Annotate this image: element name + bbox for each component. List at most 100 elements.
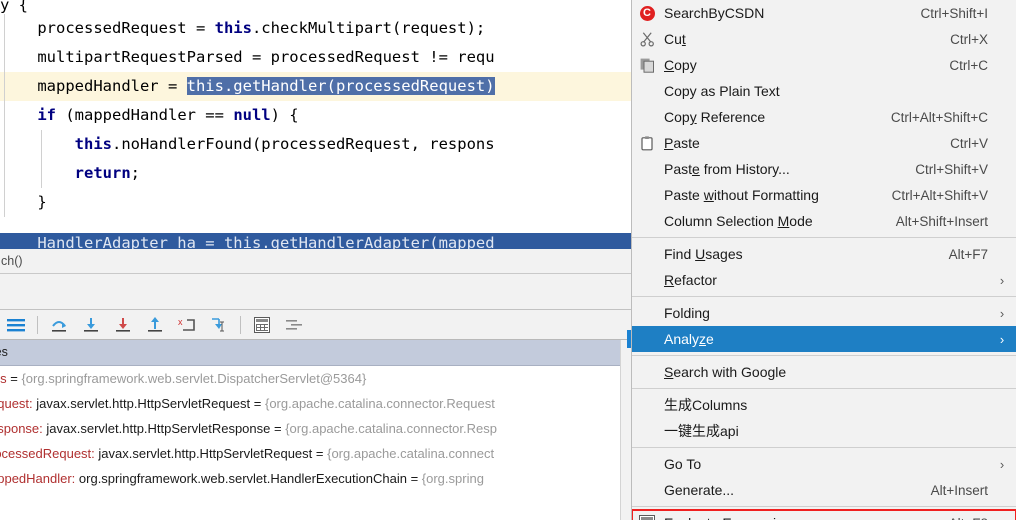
debugger-toolbar[interactable]: x — [0, 310, 640, 340]
menu-item-label: Copy — [664, 57, 697, 73]
editor-context-menu[interactable]: C SearchByCSDN Ctrl+Shift+I Cut Ctrl+X Copy Ct… — [631, 0, 1016, 520]
current-execution-line[interactable]: HandlerAdapter ha = this.getHandlerAdapt… — [0, 233, 640, 249]
menu-item-go-to[interactable]: Go To › — [632, 451, 1016, 477]
editor-bottom-strip — [0, 274, 640, 310]
code-line[interactable]: this.noHandlerFound(processedRequest, re… — [0, 130, 640, 159]
menu-item-evaluate-expression[interactable]: Evaluate Expression...Alt+F8 — [632, 509, 1016, 520]
code-text: .checkMultipart(request); — [251, 19, 486, 37]
menu-item-api[interactable]: 一键生成api — [632, 418, 1016, 444]
menu-item-label: Folding — [664, 305, 710, 321]
menu-item-refactor[interactable]: Refactor › — [632, 267, 1016, 293]
menu-separator — [632, 355, 1016, 356]
variable-name: rocessedRequest: — [0, 446, 95, 461]
menu-item-searchbycsdn[interactable]: C SearchByCSDN Ctrl+Shift+I — [632, 0, 1016, 26]
menu-icon-empty — [632, 267, 662, 293]
menu-icon-empty — [632, 156, 662, 182]
execution-line-text: HandlerAdapter ha = this.getHandlerAdapt… — [0, 234, 495, 249]
code-keyword: this — [74, 135, 112, 153]
variable-type: javax.servlet.http.HttpServletRequest — [32, 396, 254, 411]
settings-icon[interactable] — [282, 313, 306, 337]
variable-row[interactable]: appedHandler: org.springframework.web.se… — [0, 466, 636, 491]
force-step-into-icon[interactable] — [111, 313, 135, 337]
indent-guide — [4, 72, 5, 101]
code-text: .noHandlerFound(processedRequest, respon… — [111, 135, 495, 153]
menu-icon-empty — [632, 104, 662, 130]
menu-item-copy[interactable]: Copy Ctrl+C — [632, 52, 1016, 78]
menu-item-search-with-google[interactable]: Search with Google — [632, 359, 1016, 385]
menu-item-paste-without-formatting[interactable]: Paste without Formatting Ctrl+Alt+Shift+V — [632, 182, 1016, 208]
evaluate-expression-icon[interactable] — [250, 313, 274, 337]
variable-row[interactable] — [0, 491, 636, 516]
menu-item-column-selection-mode[interactable]: Column Selection Mode Alt+Shift+Insert — [632, 208, 1016, 234]
code-text: } — [0, 193, 47, 211]
menu-item-analyze[interactable]: Analyze › — [632, 326, 1016, 352]
variable-row[interactable]: equest: javax.servlet.http.HttpServletRe… — [0, 391, 636, 416]
menu-item-columns[interactable]: 生成Columns — [632, 392, 1016, 418]
menu-item-shortcut: Alt+F8 — [949, 516, 1000, 520]
menu-item-shortcut: Ctrl+C — [949, 57, 988, 73]
step-over-icon[interactable] — [47, 313, 71, 337]
menu-icon-empty — [632, 392, 662, 418]
variable-value: {org.apache.catalina.connector.Request — [264, 396, 495, 411]
menu-icon-empty — [632, 451, 662, 477]
menu-item-shortcut: Ctrl+Alt+Shift+C — [890, 109, 988, 125]
breadcrumb-text: ch() — [1, 254, 23, 268]
code-line[interactable]: processedRequest = this.checkMultipart(r… — [0, 14, 640, 43]
menu-item-folding[interactable]: Folding › — [632, 300, 1016, 326]
menu-icon[interactable] — [4, 313, 28, 337]
menu-item-label: Generate... — [664, 482, 735, 498]
variable-equals: = — [6, 371, 22, 386]
menu-item-copy-as-plain-text[interactable]: Copy as Plain Text — [632, 78, 1016, 104]
variable-row[interactable]: rocessedRequest: javax.servlet.http.Http… — [0, 441, 636, 466]
menu-item-label: Evaluate Expression... — [662, 515, 949, 520]
menu-item-label: Copy Reference — [664, 109, 766, 125]
indent-guide — [4, 130, 5, 159]
step-into-icon[interactable] — [79, 313, 103, 337]
variable-value: {org.spring — [421, 471, 484, 486]
menu-item-find-usages[interactable]: Find Usages Alt+F7 — [632, 241, 1016, 267]
menu-item-label: Analyze — [664, 331, 714, 347]
code-line[interactable]: if (mappedHandler == null) { — [0, 101, 640, 130]
menu-item-copy-reference[interactable]: Copy Reference Ctrl+Alt+Shift+C — [632, 104, 1016, 130]
code-text: ; — [130, 164, 140, 182]
menu-item-paste[interactable]: Paste Ctrl+V — [632, 130, 1016, 156]
menu-item-label: Cut — [664, 31, 686, 47]
variable-name: his — [0, 371, 7, 386]
menu-item-label: Paste without Formatting — [664, 187, 819, 203]
drop-frame-icon[interactable]: x — [175, 313, 199, 337]
code-text: ) { — [270, 106, 299, 124]
menu-item-generate[interactable]: Generate... Alt+Insert — [632, 477, 1016, 503]
menu-item-label: SearchByCSDN — [664, 5, 765, 21]
breadcrumb[interactable]: ch() — [0, 249, 641, 274]
variable-row[interactable]: his = {org.springframework.web.servlet.D… — [0, 366, 636, 391]
variable-equals: = — [253, 396, 265, 411]
variable-value: {org.springframework.web.servlet.Dispatc… — [21, 371, 367, 386]
run-to-cursor-icon[interactable] — [207, 313, 231, 337]
menu-icon-empty — [632, 326, 662, 352]
variables-list[interactable]: his = {org.springframework.web.servlet.D… — [0, 366, 636, 520]
code-editor[interactable]: y { processedRequest = this.checkMultipa… — [0, 0, 640, 232]
csdn-icon: C — [632, 0, 662, 26]
menu-item-label: 生成Columns — [664, 397, 748, 413]
code-line[interactable]: return; — [0, 159, 640, 188]
menu-item-shortcut: Ctrl+V — [950, 135, 988, 151]
menu-icon-empty — [632, 300, 662, 326]
menu-item-cut[interactable]: Cut Ctrl+X — [632, 26, 1016, 52]
code-line[interactable]: multipartRequestParsed = processedReques… — [0, 43, 640, 72]
variable-row[interactable]: esponse: javax.servlet.http.HttpServletR… — [0, 416, 636, 441]
menu-icon-empty — [632, 418, 662, 444]
code-line[interactable]: } — [0, 188, 640, 217]
code-line[interactable]: mappedHandler = this.getHandler(processe… — [0, 72, 640, 101]
code-text: multipartRequestParsed = processedReques… — [0, 48, 495, 66]
code-line[interactable]: y { — [0, 0, 640, 14]
menu-separator — [632, 447, 1016, 448]
code-lines[interactable]: y { processedRequest = this.checkMultipa… — [0, 0, 640, 217]
variable-type: org.springframework.web.servlet.HandlerE… — [75, 471, 411, 486]
indent-guide — [4, 14, 5, 43]
menu-separator — [632, 237, 1016, 238]
menu-icon-empty — [632, 477, 662, 503]
step-out-icon[interactable] — [143, 313, 167, 337]
menu-item-paste-from-history[interactable]: Paste from History... Ctrl+Shift+V — [632, 156, 1016, 182]
